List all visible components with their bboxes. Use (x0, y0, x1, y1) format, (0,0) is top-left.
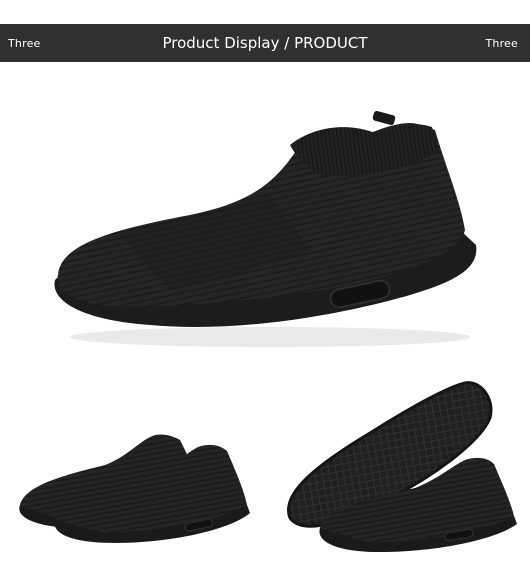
banner-title: Product Display / PRODUCT (162, 34, 368, 52)
product-photo-pair (19, 434, 250, 543)
product-photo-main (54, 110, 477, 347)
banner-right-label: Three (485, 36, 518, 50)
section-banner: Three Product Display / PRODUCT Three (0, 24, 530, 62)
product-photo-sole (287, 381, 517, 552)
banner-left-label: Three (8, 36, 41, 50)
